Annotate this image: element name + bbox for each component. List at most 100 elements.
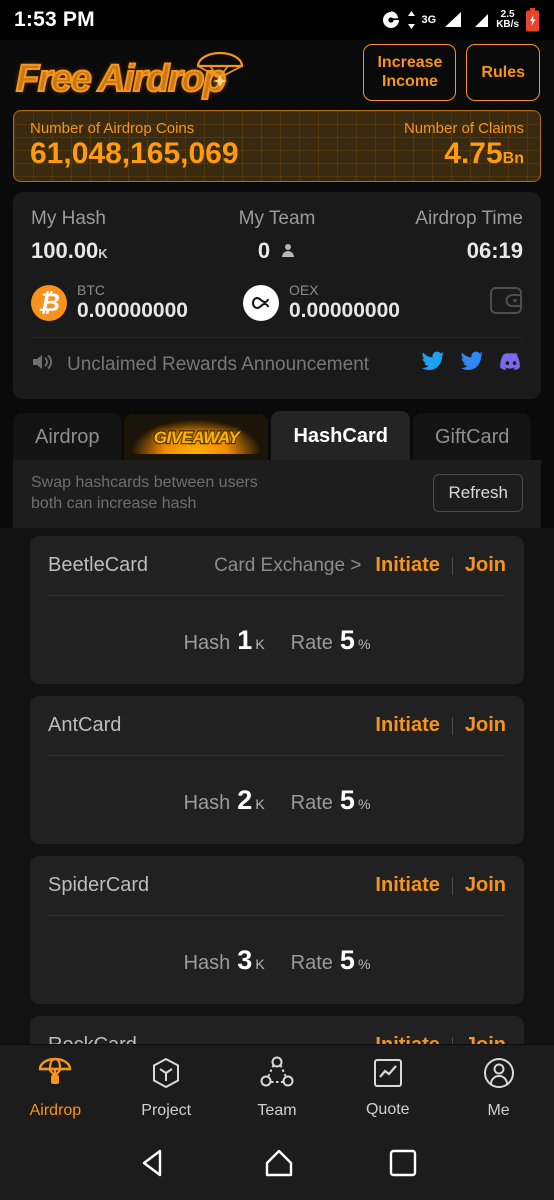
nav-label-me: Me	[487, 1101, 510, 1119]
initiate-button[interactable]: Initiate	[375, 714, 439, 737]
tab-giveaway-label: GIVEAWAY	[153, 427, 241, 447]
hash-value: 3	[237, 944, 253, 975]
rate-unit: %	[357, 635, 371, 652]
join-button[interactable]: Join	[465, 874, 506, 897]
pie-chart-icon	[381, 10, 401, 30]
hashcard-actions: Initiate Join	[375, 874, 506, 897]
claims-unit: Bn	[502, 150, 524, 167]
parachute-icon	[37, 1056, 73, 1095]
nav-item-me[interactable]: Me	[443, 1056, 554, 1120]
hashcard-item[interactable]: RockCard Initiate Join	[30, 1016, 524, 1044]
discord-icon[interactable]	[499, 352, 523, 377]
hashcard-name: AntCard	[48, 714, 122, 736]
data-rate-value: 2.5	[500, 8, 515, 20]
rate-label: Rate	[290, 791, 333, 814]
cube-icon	[149, 1056, 183, 1095]
panel-description: Swap hashcards between users both can in…	[31, 474, 258, 512]
claims-value: 4.75	[444, 137, 503, 170]
status-icon-group: 3G 2.5 KB/s	[381, 8, 540, 32]
wallet-icon[interactable]	[489, 284, 523, 321]
hash-label: Hash	[183, 631, 231, 654]
rate-value: 5	[339, 944, 355, 975]
initiate-button[interactable]: Initiate	[375, 874, 439, 897]
airdrop-time-label: Airdrop Time	[415, 208, 523, 229]
hashcard-panel: Swap hashcards between users both can in…	[13, 460, 541, 528]
hashcard-item[interactable]: AntCard Initiate Join Hash 2 K Rate 5%	[30, 696, 524, 844]
user-stats-row: My Hash 100.00K My Team 0 Airdrop Time 0…	[31, 208, 523, 264]
tab-giveaway[interactable]: GIVEAWAY	[124, 414, 269, 460]
hashcard-item[interactable]: SpiderCard Initiate Join Hash 3 K Rate 5%	[30, 856, 524, 1004]
join-button[interactable]: Join	[465, 714, 506, 737]
my-team-value-row: 0	[195, 238, 359, 264]
hashcard-header: RockCard Initiate Join	[48, 1016, 506, 1044]
coin-balance-oex: OEX 0.00000000	[243, 282, 455, 323]
initiate-button[interactable]: Initiate	[375, 554, 439, 577]
twitter-icon[interactable]	[421, 351, 445, 378]
hashcard-item[interactable]: BeetleCard Card Exchange > Initiate Join…	[30, 536, 524, 684]
claims-block: Number of Claims 4.75Bn	[404, 120, 524, 176]
signal-icon	[470, 11, 490, 29]
rate-unit: %	[357, 795, 371, 812]
rules-button[interactable]: Rules	[466, 43, 540, 101]
rate-metric: Rate 5%	[291, 945, 371, 976]
announcement-row[interactable]: Unclaimed Rewards Announcement	[31, 338, 523, 389]
hashcard-actions: Initiate Join	[375, 714, 506, 737]
bottom-navigation: Airdrop Project Team Quote Me	[0, 1044, 554, 1130]
hash-value: 1	[237, 624, 253, 655]
parachute-logo-icon	[192, 48, 248, 95]
data-transfer-icon	[407, 10, 416, 30]
nav-item-airdrop[interactable]: Airdrop	[0, 1056, 111, 1120]
nav-item-quote[interactable]: Quote	[332, 1057, 443, 1119]
network-icon	[260, 1056, 294, 1095]
twitter-icon[interactable]	[460, 351, 484, 378]
my-hash-unit: K	[98, 246, 108, 261]
nav-label-project: Project	[141, 1101, 192, 1119]
hash-unit: K	[255, 955, 265, 972]
join-button[interactable]: Join	[465, 1034, 506, 1044]
btc-value: 0.00000000	[77, 299, 188, 322]
my-team-block: My Team 0	[195, 208, 359, 264]
status-bar: 1:53 PM 3G 2.5 KB/s	[0, 0, 554, 40]
hashcard-actions: Initiate Join	[375, 1034, 506, 1044]
my-team-value: 0	[257, 238, 271, 263]
user-info-card: My Hash 100.00K My Team 0 Airdrop Time 0…	[13, 192, 541, 399]
tab-giftcard[interactable]: GiftCard	[412, 413, 532, 460]
home-icon[interactable]	[263, 1147, 295, 1184]
refresh-button[interactable]: Refresh	[433, 474, 523, 512]
initiate-button[interactable]: Initiate	[375, 1034, 439, 1044]
signal-icon	[442, 11, 462, 29]
hashcard-name: SpiderCard	[48, 874, 150, 896]
oex-value: 0.00000000	[289, 299, 400, 322]
card-exchange-link[interactable]: Card Exchange >	[214, 555, 361, 577]
hashcard-metrics: Hash 2 K Rate 5%	[48, 755, 506, 844]
recents-icon[interactable]	[388, 1148, 418, 1183]
nav-label-quote: Quote	[365, 1100, 410, 1118]
coin-balance-btc: ₿ BTC 0.00000000	[31, 282, 243, 323]
tab-hashcard[interactable]: HashCard	[271, 411, 410, 460]
hashcard-metrics: Hash 3 K Rate 5%	[48, 915, 506, 1004]
speaker-icon	[31, 351, 55, 378]
join-button[interactable]: Join	[465, 554, 506, 577]
chart-icon	[372, 1057, 404, 1094]
nav-item-team[interactable]: Team	[222, 1056, 333, 1120]
tab-airdrop[interactable]: Airdrop	[13, 413, 122, 460]
hash-metric: Hash 1 K	[184, 625, 265, 656]
my-hash-value-row: 100.00K	[31, 238, 195, 264]
hashcard-header: SpiderCard Initiate Join	[48, 856, 506, 915]
back-icon[interactable]	[136, 1147, 170, 1184]
hash-metric: Hash 3 K	[184, 945, 265, 976]
hash-label: Hash	[183, 951, 231, 974]
nav-item-project[interactable]: Project	[111, 1056, 222, 1120]
action-divider	[451, 716, 453, 735]
airdrop-time-block: Airdrop Time 06:19	[359, 208, 523, 264]
rate-metric: Rate 5%	[291, 625, 371, 656]
rate-label: Rate	[290, 631, 333, 654]
app-logo: Free Airdrop	[15, 44, 266, 101]
panel-header: Swap hashcards between users both can in…	[13, 460, 541, 528]
my-hash-block: My Hash 100.00K	[31, 208, 195, 264]
increase-income-button[interactable]: Increase Income	[363, 43, 457, 101]
action-divider	[451, 556, 453, 575]
hashcard-name: RockCard	[48, 1034, 137, 1044]
btc-name: BTC	[77, 282, 105, 298]
hashcard-list[interactable]: BeetleCard Card Exchange > Initiate Join…	[0, 528, 554, 1044]
